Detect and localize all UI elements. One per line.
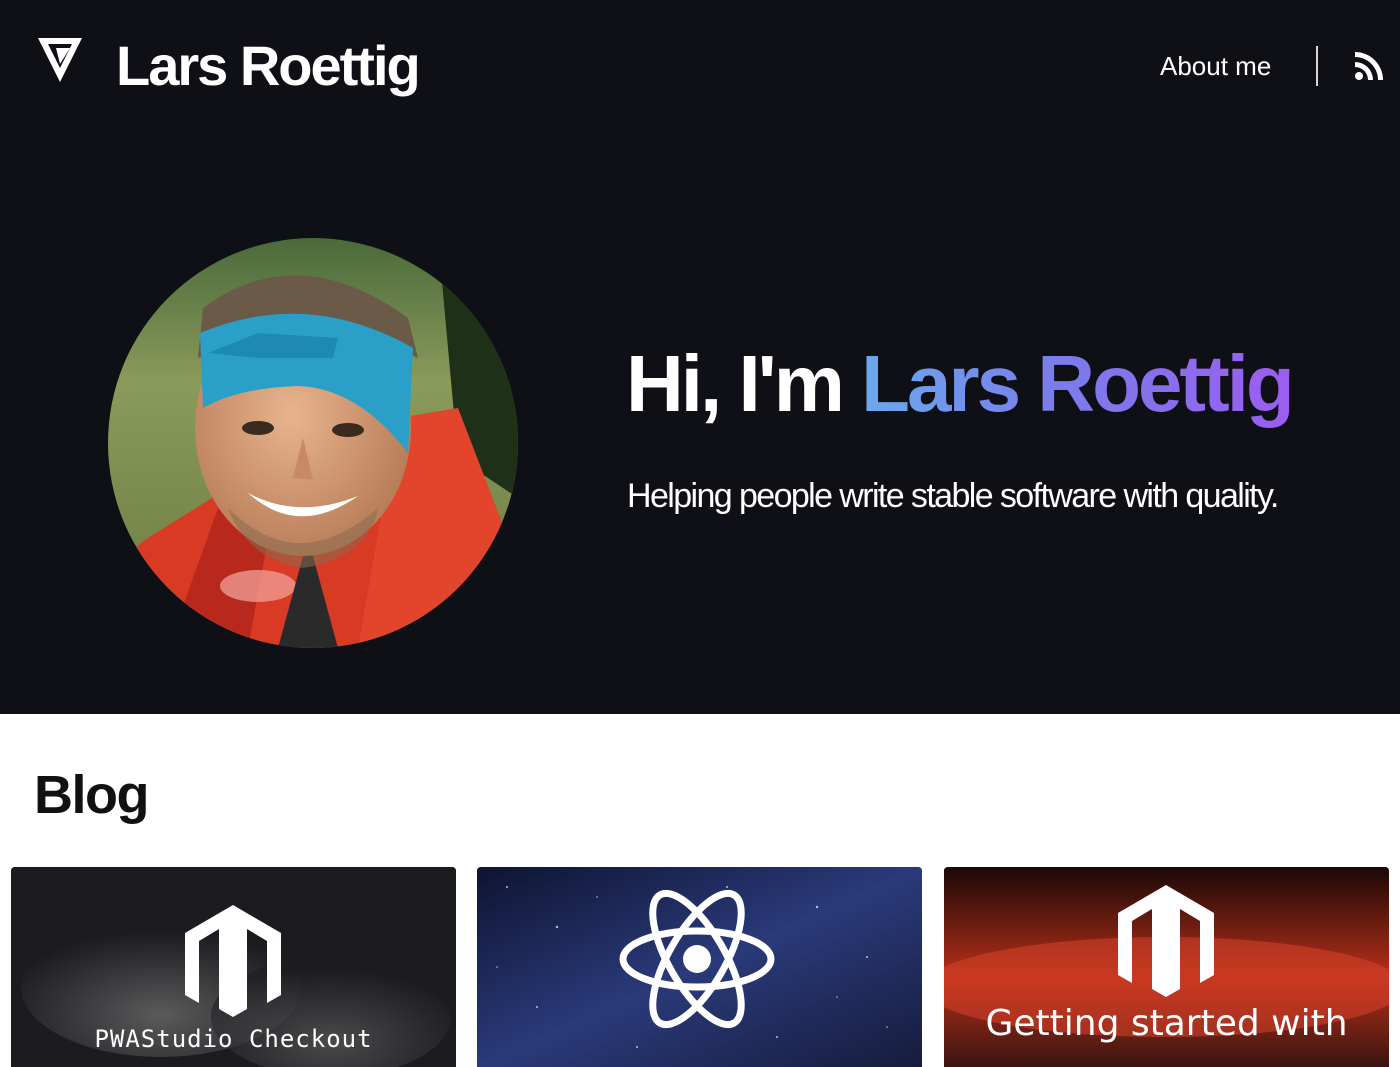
rss-icon[interactable]: [1355, 52, 1383, 80]
blog-card-title: PWAStudio Checkout: [94, 1025, 373, 1053]
hero-headline: Hi, I'm Lars Roettig: [626, 338, 1295, 430]
react-icon: [477, 867, 922, 1067]
nav-divider: [1316, 46, 1318, 86]
v-logo-icon[interactable]: [38, 38, 82, 82]
hero-subtitle: Helping people write stable software wit…: [627, 477, 1279, 515]
blog-heading: Blog: [34, 765, 149, 825]
hero-greeting: Hi, I'm: [626, 339, 845, 428]
hero-section: Lars Roettig About me Hi, I'm Lars Roett…: [0, 0, 1400, 714]
blog-card[interactable]: PWAStudio Checkout: [11, 867, 456, 1067]
blog-card[interactable]: Getting started with: [944, 867, 1389, 1067]
blog-card[interactable]: [477, 867, 922, 1067]
avatar: [108, 238, 518, 648]
hero-name: Lars Roettig: [861, 339, 1295, 428]
blog-card-title: Getting started with: [985, 1003, 1348, 1044]
nav-about-link[interactable]: About me: [1160, 50, 1271, 82]
site-title[interactable]: Lars Roettig: [116, 32, 421, 100]
